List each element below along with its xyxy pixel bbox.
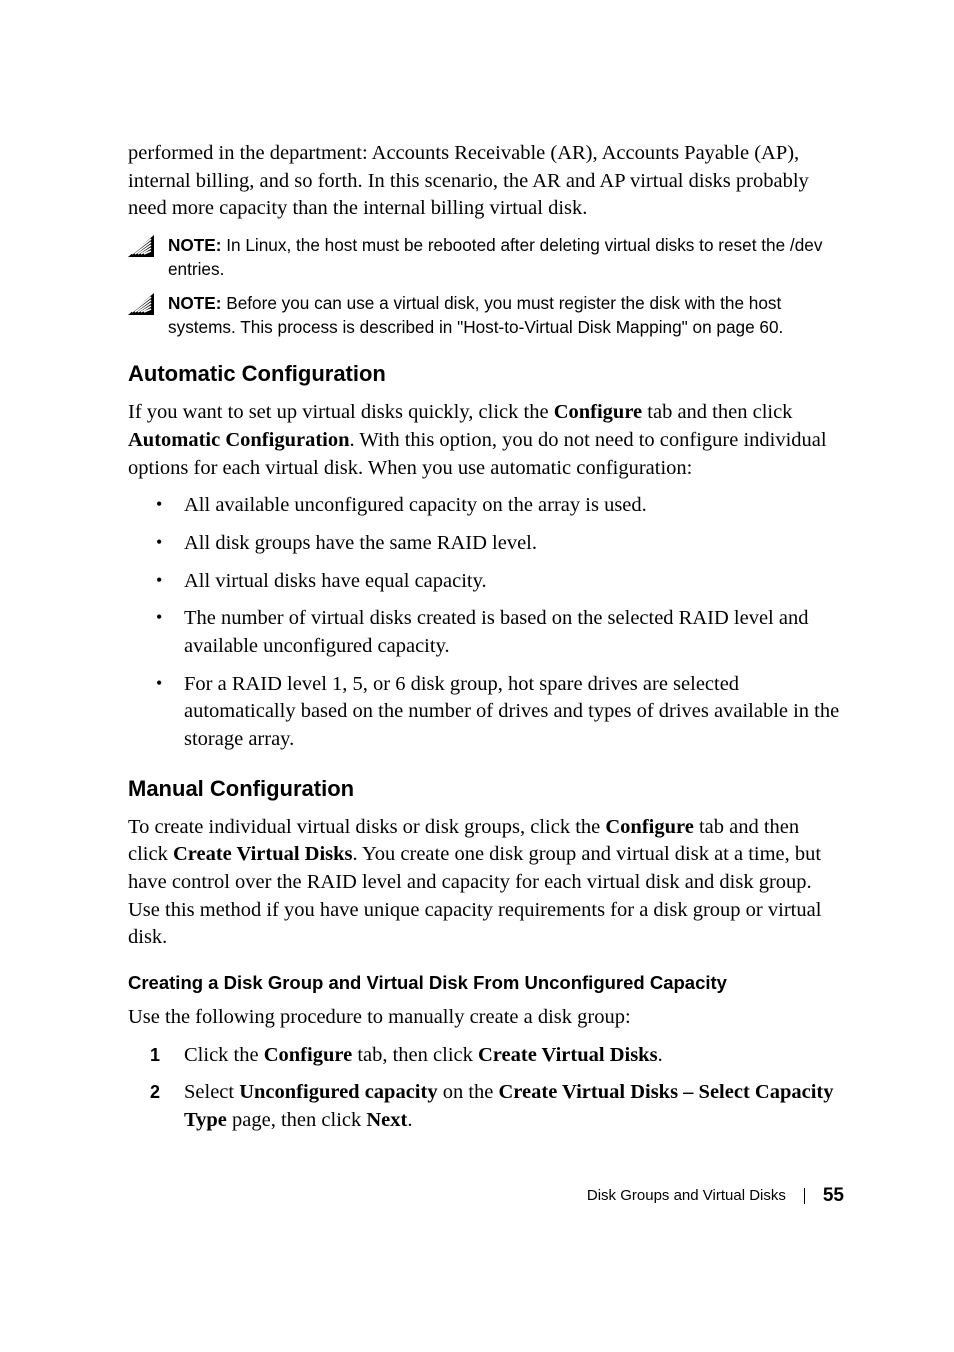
list-item: All disk groups have the same RAID level… <box>128 530 844 558</box>
heading-automatic-configuration: Automatic Configuration <box>128 361 844 387</box>
note-2-text: NOTE: Before you can use a virtual disk,… <box>168 291 844 339</box>
heading-creating-disk-group: Creating a Disk Group and Virtual Disk F… <box>128 972 844 994</box>
note-2-body: Before you can use a virtual disk, you m… <box>168 293 783 337</box>
footer-page-number: 55 <box>823 1185 844 1207</box>
step1-post: . <box>658 1044 663 1066</box>
heading-manual-configuration: Manual Configuration <box>128 776 844 802</box>
note-1: NOTE: In Linux, the host must be reboote… <box>128 233 844 281</box>
note-icon <box>128 235 154 257</box>
note-2-label: NOTE: <box>168 293 221 313</box>
list-item: Click the Configure tab, then click Crea… <box>128 1042 844 1070</box>
auto-para-pre: If you want to set up virtual disks quic… <box>128 401 554 423</box>
manual-para-pre: To create individual virtual disks or di… <box>128 816 605 838</box>
auto-paragraph: If you want to set up virtual disks quic… <box>128 399 844 482</box>
note-1-label: NOTE: <box>168 235 221 255</box>
list-item: For a RAID level 1, 5, or 6 disk group, … <box>128 671 844 754</box>
step1-cvd: Create Virtual Disks <box>478 1044 658 1066</box>
note-1-text: NOTE: In Linux, the host must be reboote… <box>168 233 844 281</box>
auto-bullet-list: All available unconfigured capacity on t… <box>128 492 844 753</box>
intro-paragraph: performed in the department: Accounts Re… <box>128 140 844 223</box>
step1-configure: Configure <box>264 1044 352 1066</box>
list-item: All virtual disks have equal capacity. <box>128 568 844 596</box>
step2-next: Next <box>366 1109 407 1131</box>
step2-post: . <box>407 1109 412 1131</box>
creating-paragraph: Use the following procedure to manually … <box>128 1004 844 1032</box>
footer-divider <box>804 1188 805 1204</box>
manual-para-cvd: Create Virtual Disks <box>173 843 353 865</box>
step1-mid: tab, then click <box>352 1044 478 1066</box>
step2-mid1: on the <box>438 1081 499 1103</box>
footer-section: Disk Groups and Virtual Disks <box>587 1187 786 1204</box>
auto-para-configure: Configure <box>554 401 642 423</box>
manual-paragraph: To create individual virtual disks or di… <box>128 814 844 952</box>
step2-unconf: Unconfigured capacity <box>239 1081 437 1103</box>
auto-para-autoconf: Automatic Configuration <box>128 429 350 451</box>
step2-mid2: page, then click <box>227 1109 366 1131</box>
step1-pre: Click the <box>184 1044 264 1066</box>
note-2: NOTE: Before you can use a virtual disk,… <box>128 291 844 339</box>
note-icon <box>128 293 154 315</box>
creating-steps: Click the Configure tab, then click Crea… <box>128 1042 844 1135</box>
manual-para-configure: Configure <box>605 816 693 838</box>
list-item: Select Unconfigured capacity on the Crea… <box>128 1079 844 1134</box>
list-item: All available unconfigured capacity on t… <box>128 492 844 520</box>
auto-para-mid1: tab and then click <box>642 401 792 423</box>
page-footer: Disk Groups and Virtual Disks 55 <box>128 1185 844 1207</box>
note-1-body: In Linux, the host must be rebooted afte… <box>168 235 822 279</box>
list-item: The number of virtual disks created is b… <box>128 605 844 660</box>
step2-pre: Select <box>184 1081 239 1103</box>
